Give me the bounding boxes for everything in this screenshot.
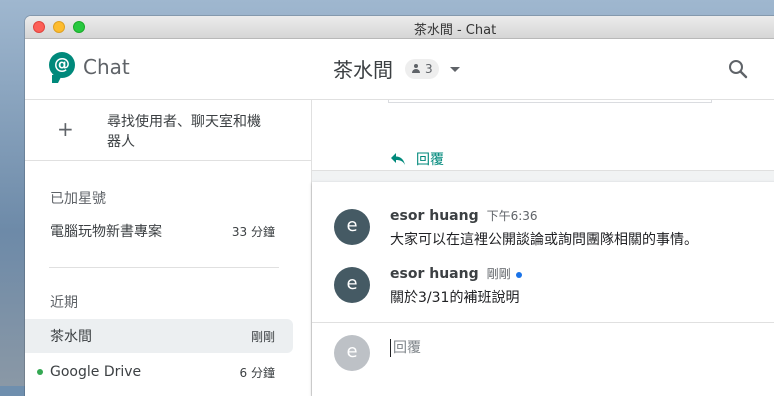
reply-arrow-icon bbox=[391, 153, 405, 165]
message-text: 大家可以在這裡公開談論或詢問團隊相關的事情。 bbox=[390, 232, 698, 248]
sidebar-item-label: Google Drive bbox=[50, 364, 142, 380]
sidebar-item-time: 33 分鐘 bbox=[231, 224, 275, 239]
avatar: e bbox=[334, 335, 370, 371]
plus-icon: + bbox=[57, 117, 74, 141]
message-header: esor huang 下午6:36 bbox=[390, 207, 538, 224]
search-icon[interactable] bbox=[728, 59, 748, 79]
recent-section-label: 近期 bbox=[50, 295, 78, 311]
sidebar-item-starred[interactable]: 電腦玩物新書專案 33 分鐘 bbox=[25, 214, 293, 248]
message-time: 下午6:36 bbox=[486, 209, 538, 223]
status-dot-icon bbox=[516, 272, 523, 278]
reply-input[interactable]: 回覆 bbox=[390, 339, 421, 357]
member-count-chip[interactable]: 3 bbox=[405, 59, 439, 79]
message-time: 剛剛 bbox=[487, 265, 523, 282]
reply-composer: e 回覆 bbox=[312, 322, 774, 383]
room-menu-dropdown-icon[interactable] bbox=[450, 67, 460, 72]
sidebar-divider bbox=[49, 267, 279, 268]
online-status-dot bbox=[37, 369, 43, 375]
thread-card: e esor huang 下午6:36 大家可以在這裡公開談論或詢問團隊相關的事… bbox=[312, 182, 774, 396]
sender-name: esor huang bbox=[390, 266, 479, 282]
member-count: 3 bbox=[425, 62, 433, 76]
main-panel: 回覆 e esor huang 下午6:36 大家可以在這裡公開談論或詢問團隊相… bbox=[312, 100, 774, 396]
sidebar-item-time: 6 分鐘 bbox=[239, 365, 275, 380]
avatar[interactable]: e bbox=[334, 209, 370, 245]
starred-section-label: 已加星號 bbox=[50, 191, 106, 207]
find-label: 尋找使用者、聊天室和機器人 bbox=[107, 114, 261, 150]
avatar[interactable]: e bbox=[334, 267, 370, 303]
app-header: @ Chat 茶水間 3 ⋮ bbox=[25, 39, 774, 100]
chat-logo-icon[interactable]: @ bbox=[49, 52, 75, 83]
app-name: Chat bbox=[83, 55, 130, 79]
reply-label: 回覆 bbox=[416, 152, 444, 168]
window-title: 茶水間 - Chat bbox=[413, 23, 497, 38]
sidebar-item-google-drive[interactable]: Google Drive 6 分鐘 bbox=[25, 355, 293, 389]
message-text: 關於3/31的補班說明 bbox=[390, 290, 520, 306]
sidebar-item-label: 電腦玩物新書專案 bbox=[50, 224, 162, 240]
person-icon bbox=[411, 64, 421, 74]
sidebar: + 尋找使用者、聊天室和機器人 已加星號 電腦玩物新書專案 33 分鐘 近期 茶… bbox=[25, 100, 312, 396]
sender-name: esor huang bbox=[390, 208, 479, 224]
message-header: esor huang 剛剛 bbox=[390, 265, 523, 282]
reply-button[interactable]: 回覆 bbox=[390, 149, 444, 169]
title-bar: 茶水間 - Chat bbox=[25, 16, 774, 39]
sidebar-item-time: 剛剛 bbox=[250, 329, 275, 344]
room-title[interactable]: 茶水間 bbox=[333, 54, 393, 83]
message-time-text: 剛剛 bbox=[486, 267, 511, 281]
previous-thread: 回覆 bbox=[312, 100, 774, 171]
app-window: 茶水間 - Chat @ Chat 茶水間 3 ⋮ + 尋找使用者、聊天室和機器… bbox=[25, 16, 774, 396]
sidebar-item-label: 茶水間 bbox=[50, 329, 92, 345]
previous-input-edge bbox=[388, 100, 712, 103]
more-options-icon[interactable]: ⋮ bbox=[768, 59, 774, 79]
sidebar-item-tea-room[interactable]: 茶水間 剛剛 bbox=[25, 319, 293, 353]
find-people-rooms-bots[interactable]: + 尋找使用者、聊天室和機器人 bbox=[25, 100, 311, 161]
